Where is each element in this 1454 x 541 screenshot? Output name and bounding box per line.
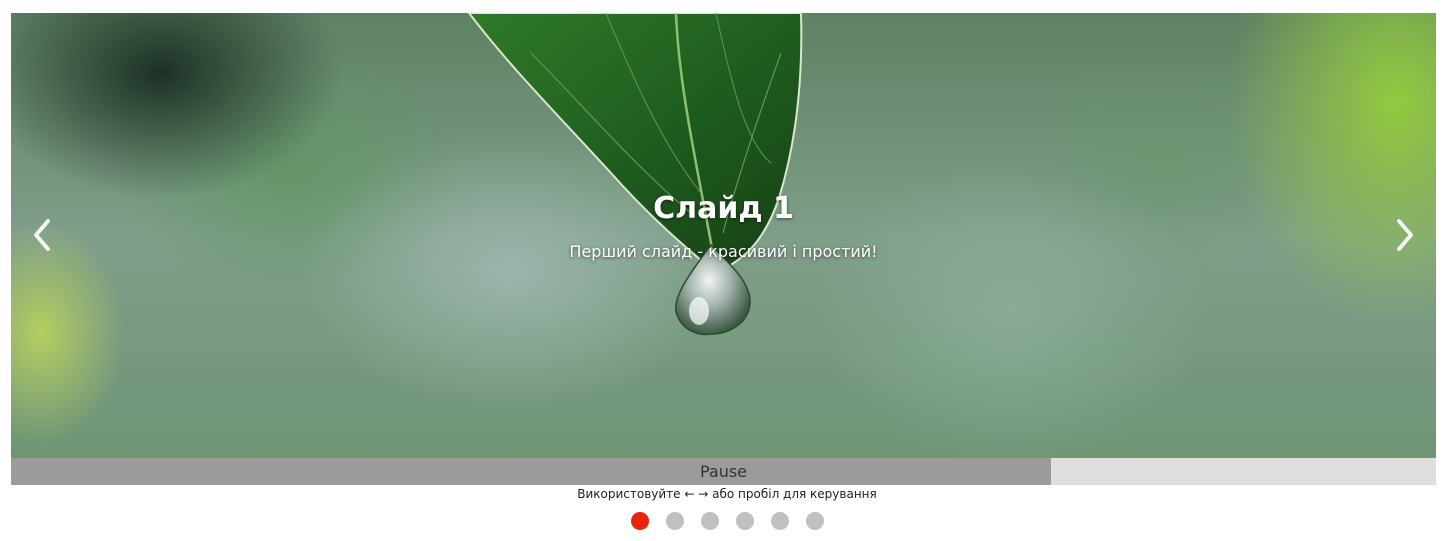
slide-dot-2[interactable] [665,512,684,530]
pause-button[interactable]: Pause [11,458,1436,485]
slide-1: Слайд 1 Перший слайд - красивий і прости… [11,13,1436,458]
slide-indicators [0,512,1454,532]
slide-dot-5[interactable] [770,512,789,530]
slide-dot-6[interactable] [805,512,824,530]
chevron-left-icon [34,219,50,251]
slide-dot-4[interactable] [735,512,754,530]
slide-dot-3[interactable] [700,512,719,530]
slide-description: Перший слайд - красивий і простий! [569,242,878,261]
next-slide-button[interactable] [1386,213,1426,257]
prev-slide-button[interactable] [21,213,61,257]
controls-hint: Використовуйте ← → або пробіл для керува… [577,487,877,501]
slide-image [467,13,803,336]
slide-title: Слайд 1 [653,191,794,226]
pause-label: Pause [699,462,748,481]
image-slider: Слайд 1 Перший слайд - красивий і прости… [11,13,1436,485]
chevron-right-icon [1397,219,1413,251]
slide-dot-1[interactable] [630,512,649,530]
